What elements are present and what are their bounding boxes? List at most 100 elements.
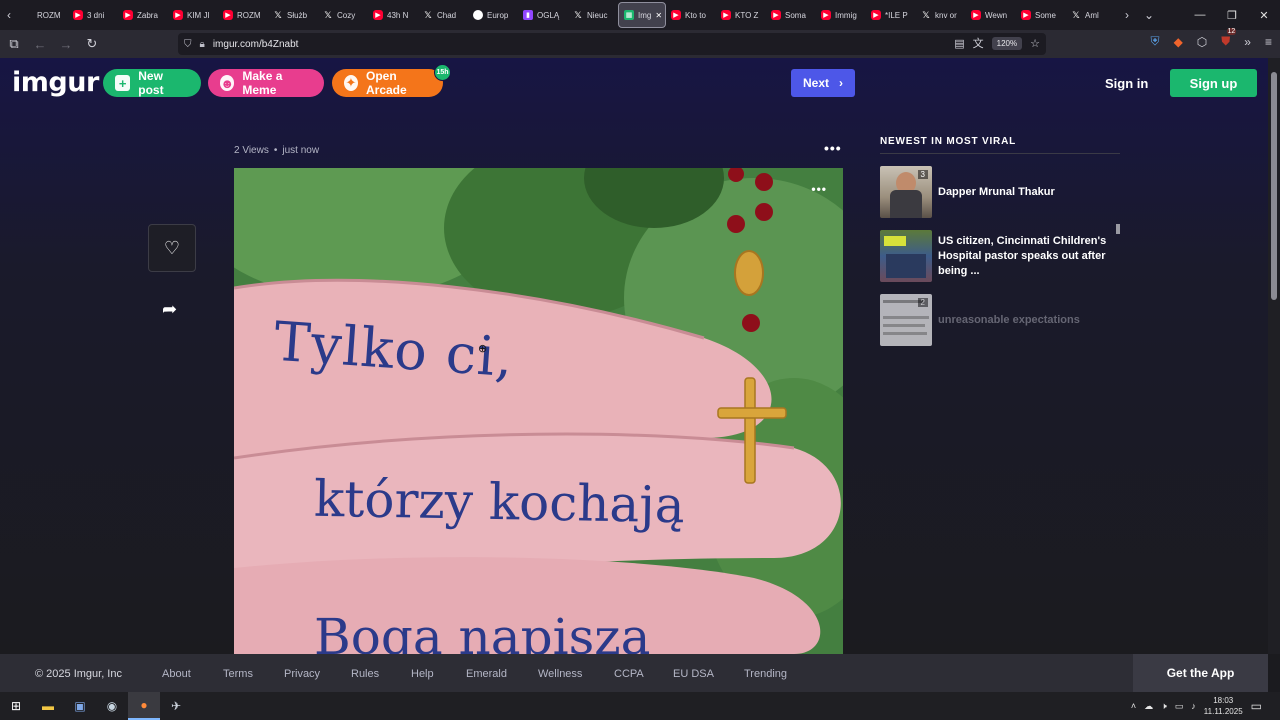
- sign-up-button[interactable]: Sign up: [1170, 69, 1257, 97]
- browser-tab[interactable]: 𝕏knv or: [916, 2, 966, 28]
- bookmark-star-icon[interactable]: ☆: [1030, 37, 1040, 50]
- sidebar-title: NEWEST IN MOST VIRAL: [880, 136, 1120, 154]
- favorite-heart-button[interactable]: ♡: [148, 224, 196, 272]
- browser-tab[interactable]: ▶ KTO Z: [716, 2, 766, 28]
- browser-tab[interactable]: ▶ 3 dni: [68, 2, 118, 28]
- tab-scroll-right-icon[interactable]: ›: [1118, 0, 1136, 30]
- reader-view-icon[interactable]: ▤: [954, 37, 964, 50]
- file-explorer-icon[interactable]: ▬: [32, 692, 64, 720]
- new-post-label: New post: [138, 69, 164, 97]
- close-window-icon[interactable]: ✕: [1248, 0, 1280, 30]
- imgur-logo[interactable]: imgur: [12, 67, 99, 98]
- tab-label: ROZM: [237, 10, 261, 20]
- browser-tab[interactable]: ▶ ROZM: [218, 2, 268, 28]
- footer-link-privacy[interactable]: Privacy: [284, 668, 320, 680]
- notifications-icon[interactable]: ▭: [1251, 699, 1262, 713]
- vpn-shield-icon[interactable]: ⛨: [1151, 34, 1160, 49]
- post-options-icon[interactable]: •••: [824, 140, 842, 156]
- firefox-taskbar-icon[interactable]: ●: [128, 692, 160, 720]
- browser-tab[interactable]: ▶ 43h N: [368, 2, 418, 28]
- browser-tab[interactable]: ▮ OGLĄ: [518, 2, 568, 28]
- footer-link-help[interactable]: Help: [411, 668, 434, 680]
- viral-item[interactable]: 3 Dapper Mrunal Thakur: [880, 166, 1120, 218]
- copyright: © 2025 Imgur, Inc: [35, 668, 122, 680]
- volume-icon[interactable]: 🕨︎: [1161, 701, 1167, 712]
- arcade-timer-badge: 15h: [434, 64, 451, 81]
- forward-icon[interactable]: →: [54, 32, 78, 56]
- more-tools-chevron-icon[interactable]: »: [1244, 35, 1251, 49]
- network-icon[interactable]: ▭: [1175, 701, 1184, 712]
- speaker-icon[interactable]: ♪: [1191, 701, 1196, 711]
- footer-link-rules[interactable]: Rules: [351, 668, 379, 680]
- browser-tab[interactable]: ▶ Some: [1016, 2, 1066, 28]
- get-the-app-button[interactable]: Get the App: [1133, 654, 1268, 692]
- browser-tab[interactable]: ▶ Wewn: [966, 2, 1016, 28]
- footer-link-trending[interactable]: Trending: [744, 668, 787, 680]
- browser-tab[interactable]: ▦ Img ✕: [618, 2, 666, 28]
- footer-link-wellness[interactable]: Wellness: [538, 668, 582, 680]
- translate-icon[interactable]: 文: [973, 35, 984, 51]
- reload-icon[interactable]: ↻: [80, 32, 104, 56]
- post-image[interactable]: Tylko ci, którzy kochają Boga napiszą ••…: [234, 168, 843, 654]
- minimize-icon[interactable]: —: [1184, 0, 1216, 30]
- browser-tab[interactable]: 𝕏 Nieuc: [568, 2, 618, 28]
- footer-link-about[interactable]: About: [162, 668, 191, 680]
- lock-icon[interactable]: 🔒︎: [200, 39, 205, 50]
- tab-label: Aml: [1085, 10, 1099, 20]
- extensions-puzzle-icon[interactable]: ⬡: [1197, 35, 1207, 49]
- monitor-app-icon[interactable]: ▣: [64, 692, 96, 720]
- x-icon: 𝕏: [324, 9, 332, 20]
- browser-tab[interactable]: ▶ Zabra: [118, 2, 168, 28]
- browser-tab[interactable]: 𝕏 Cozy: [318, 2, 368, 28]
- sidebar-toggle-icon[interactable]: ⧉: [2, 32, 26, 56]
- tab-scroll-left-icon[interactable]: ‹: [0, 0, 18, 30]
- x-icon: 𝕏: [574, 9, 582, 20]
- viral-item[interactable]: US citizen, Cincinnati Children's Hospit…: [880, 230, 1120, 282]
- sidebar-scroll-indicator[interactable]: [1116, 224, 1120, 234]
- ublock-icon[interactable]: ⛊ 12: [1221, 28, 1237, 49]
- browser-tab[interactable]: 𝕏 Aml: [1066, 2, 1116, 28]
- steam-icon[interactable]: ◉: [96, 692, 128, 720]
- footer-link-eu-dsa[interactable]: EU DSA: [673, 668, 714, 680]
- share-arrow-icon[interactable]: ➦: [162, 299, 177, 320]
- browser-tab[interactable]: 𝕏 Chad: [418, 2, 468, 28]
- close-tab-icon[interactable]: ✕: [655, 11, 662, 20]
- fox-extension-icon[interactable]: ◆: [1174, 35, 1183, 49]
- new-post-button[interactable]: + New post: [103, 69, 201, 97]
- viral-item[interactable]: 2 unreasonable expectations: [880, 294, 1120, 346]
- next-post-button[interactable]: Next ›: [791, 69, 855, 97]
- tab-label: 3 dni: [87, 10, 105, 20]
- browser-tab[interactable]: Europ: [468, 2, 518, 28]
- page-scrollbar[interactable]: [1268, 58, 1280, 654]
- tracking-shield-icon[interactable]: ⛉: [184, 39, 192, 50]
- browser-tab[interactable]: 𝕏 Służb: [268, 2, 318, 28]
- back-icon[interactable]: ←: [28, 32, 52, 56]
- make-meme-button[interactable]: ☻ Make a Meme: [208, 69, 324, 97]
- tab-list-chevron-down-icon[interactable]: ⌄: [1140, 0, 1158, 30]
- browser-tab[interactable]: ROZM: [18, 2, 68, 28]
- sign-in-link[interactable]: Sign in: [1105, 76, 1148, 91]
- tray-chevron-up-icon[interactable]: ˄: [1131, 701, 1136, 711]
- app-menu-icon[interactable]: ≡: [1265, 35, 1272, 49]
- browser-tab[interactable]: ▶ Soma: [766, 2, 816, 28]
- scrollbar-thumb[interactable]: [1271, 72, 1277, 300]
- app-taskbar-icon[interactable]: ✈: [160, 692, 192, 720]
- open-arcade-button[interactable]: ✦ Open Arcade: [332, 69, 443, 97]
- windows-start-icon[interactable]: ⊞: [0, 692, 32, 720]
- address-bar[interactable]: ⛉ 🔒︎ imgur.com/b4Znabt ▤ 文 120% ☆: [178, 33, 1046, 55]
- footer-link-ccpa[interactable]: CCPA: [614, 668, 644, 680]
- browser-tab[interactable]: ▶ *ILE P: [866, 2, 916, 28]
- restore-icon[interactable]: ❐: [1216, 0, 1248, 30]
- browser-tab[interactable]: ▶ Immig: [816, 2, 866, 28]
- browser-tab[interactable]: ▶ Kto to: [666, 2, 716, 28]
- youtube-icon: ▶: [771, 10, 781, 20]
- onedrive-cloud-icon[interactable]: ☁: [1144, 701, 1153, 712]
- image-options-icon[interactable]: •••: [811, 182, 827, 196]
- taskbar-clock[interactable]: 18:03 11.11.2025: [1204, 695, 1243, 717]
- meme-face-icon: ☻: [220, 75, 235, 91]
- browser-tab[interactable]: ▶ KIM JI: [168, 2, 218, 28]
- view-count: 2 Views: [234, 145, 269, 156]
- footer-link-emerald[interactable]: Emerald: [466, 668, 507, 680]
- zoom-level[interactable]: 120%: [991, 36, 1023, 50]
- footer-link-terms[interactable]: Terms: [223, 668, 253, 680]
